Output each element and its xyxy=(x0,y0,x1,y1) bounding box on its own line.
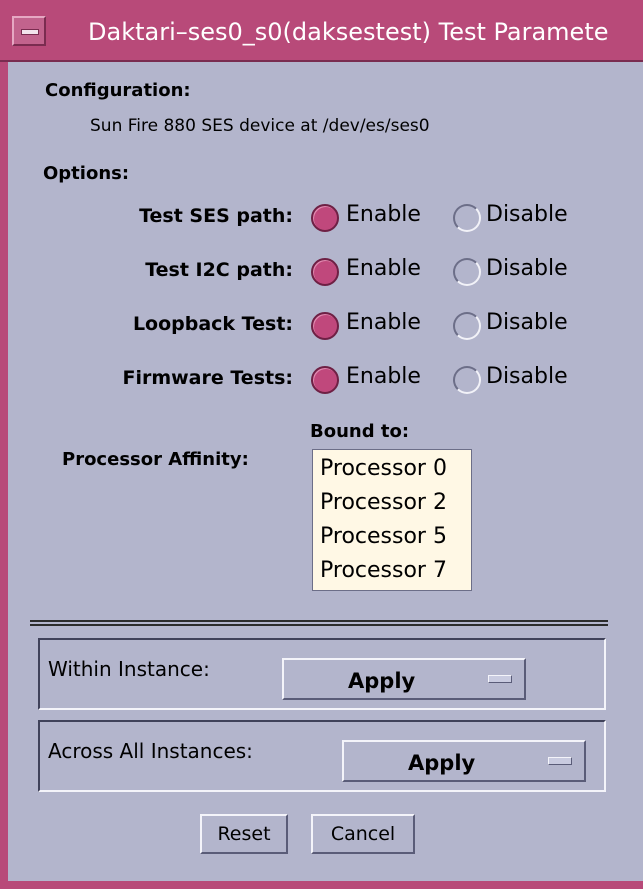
across-instances-label: Across All Instances: xyxy=(48,739,253,763)
disable-radio[interactable] xyxy=(453,258,481,286)
option-label: Test SES path: xyxy=(139,205,293,227)
window-menu-button[interactable] xyxy=(12,16,46,46)
across-instances-apply-menu[interactable]: Apply xyxy=(342,740,586,782)
test-parameters-window: Daktari–ses0_s0(daksestest) Test Paramet… xyxy=(0,0,643,889)
cancel-button[interactable]: Cancel xyxy=(311,814,415,854)
configuration-heading: Configuration: xyxy=(45,80,191,101)
processor-list[interactable]: Processor 0 Processor 2 Processor 5 Proc… xyxy=(312,449,472,591)
option-menu-indicator-icon xyxy=(548,757,572,765)
within-instance-label: Within Instance: xyxy=(48,657,210,681)
title-bar[interactable]: Daktari–ses0_s0(daksestest) Test Paramet… xyxy=(0,0,643,62)
disable-radio-label[interactable]: Disable xyxy=(486,364,568,389)
list-item[interactable]: Processor 2 xyxy=(320,490,447,515)
disable-radio-label[interactable]: Disable xyxy=(486,202,568,227)
enable-radio[interactable] xyxy=(311,204,339,232)
disable-radio[interactable] xyxy=(453,204,481,232)
list-item[interactable]: Processor 5 xyxy=(320,524,447,549)
enable-radio[interactable] xyxy=(311,312,339,340)
enable-radio-label[interactable]: Enable xyxy=(346,310,421,335)
across-instances-panel: Across All Instances: Apply xyxy=(38,720,606,792)
option-menu-indicator-icon xyxy=(488,675,512,683)
configuration-description: Sun Fire 880 SES device at /dev/es/ses0 xyxy=(90,116,430,136)
enable-radio-label[interactable]: Enable xyxy=(346,202,421,227)
separator xyxy=(30,620,608,626)
apply-menu-value: Apply xyxy=(348,669,416,693)
reset-button[interactable]: Reset xyxy=(200,814,288,854)
window-menu-icon xyxy=(21,29,39,35)
disable-radio-label[interactable]: Disable xyxy=(486,256,568,281)
enable-radio-label[interactable]: Enable xyxy=(346,256,421,281)
list-item[interactable]: Processor 7 xyxy=(320,558,447,583)
enable-radio[interactable] xyxy=(311,366,339,394)
enable-radio-label[interactable]: Enable xyxy=(346,364,421,389)
apply-menu-value: Apply xyxy=(408,751,476,775)
window-title: Daktari–ses0_s0(daksestest) Test Paramet… xyxy=(88,18,609,46)
processor-affinity-label: Processor Affinity: xyxy=(62,449,249,470)
option-label: Test I2C path: xyxy=(145,259,293,281)
disable-radio[interactable] xyxy=(453,312,481,340)
disable-radio[interactable] xyxy=(453,366,481,394)
disable-radio-label[interactable]: Disable xyxy=(486,310,568,335)
within-instance-apply-menu[interactable]: Apply xyxy=(282,658,526,700)
option-label: Loopback Test: xyxy=(132,313,293,335)
list-item[interactable]: Processor 0 xyxy=(320,456,447,481)
bound-to-label: Bound to: xyxy=(310,421,410,442)
within-instance-panel: Within Instance: Apply xyxy=(38,638,606,710)
option-label: Firmware Tests: xyxy=(122,367,293,389)
options-heading: Options: xyxy=(43,163,130,184)
enable-radio[interactable] xyxy=(311,258,339,286)
